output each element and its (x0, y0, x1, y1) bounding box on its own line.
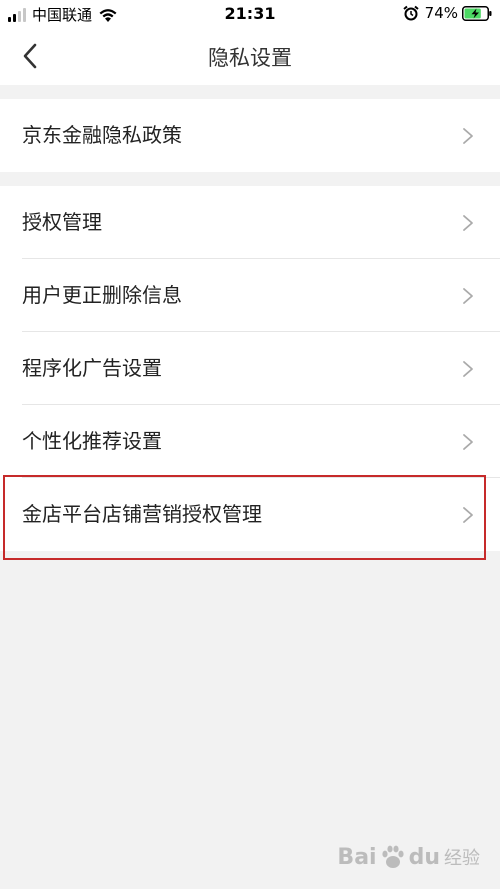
battery-percentage: 74% (424, 4, 458, 22)
watermark-brand-suffix: du (408, 844, 440, 870)
chevron-right-icon (463, 434, 473, 450)
paw-icon (381, 845, 404, 868)
menu-item-label: 用户更正删除信息 (22, 283, 182, 307)
chevron-right-icon (463, 288, 473, 304)
alarm-clock-icon (403, 5, 419, 21)
menu-item-label: 程序化广告设置 (22, 356, 162, 380)
chevron-right-icon (463, 128, 473, 144)
chevron-right-icon (463, 361, 473, 377)
menu-item-label: 个性化推荐设置 (22, 429, 162, 453)
battery-charging-icon (462, 5, 492, 21)
watermark-brand: Bai (337, 844, 377, 870)
watermark-sub: 经验 (444, 848, 480, 869)
menu-item-label: 京东金融隐私政策 (22, 123, 182, 147)
status-right: 74% (403, 4, 492, 22)
menu-item-authorization-management[interactable]: 授权管理 (0, 186, 500, 259)
settings-section: 授权管理 用户更正删除信息 程序化广告设置 个性化推荐设置 金店平台店铺营销授权… (0, 186, 500, 551)
menu-item-programmatic-ad-settings[interactable]: 程序化广告设置 (0, 332, 500, 405)
privacy-policy-section: 京东金融隐私政策 (0, 99, 500, 172)
navigation-bar: 隐私设置 (0, 28, 500, 85)
menu-item-personalized-recommendation-settings[interactable]: 个性化推荐设置 (0, 405, 500, 478)
chevron-right-icon (463, 215, 473, 231)
page-title: 隐私设置 (208, 46, 292, 70)
menu-item-jd-finance-privacy-policy[interactable]: 京东金融隐私政策 (0, 99, 500, 172)
status-bar: 中国联通 21:31 74% (0, 0, 500, 28)
baidu-jingyan-watermark: Bai du 经验 (337, 843, 480, 871)
menu-item-store-marketing-authorization[interactable]: 金店平台店铺营销授权管理 (0, 478, 500, 551)
menu-item-label: 授权管理 (22, 210, 102, 234)
chevron-right-icon (463, 507, 473, 523)
menu-item-user-correct-delete-info[interactable]: 用户更正删除信息 (0, 259, 500, 332)
menu-item-label: 金店平台店铺营销授权管理 (22, 502, 262, 526)
